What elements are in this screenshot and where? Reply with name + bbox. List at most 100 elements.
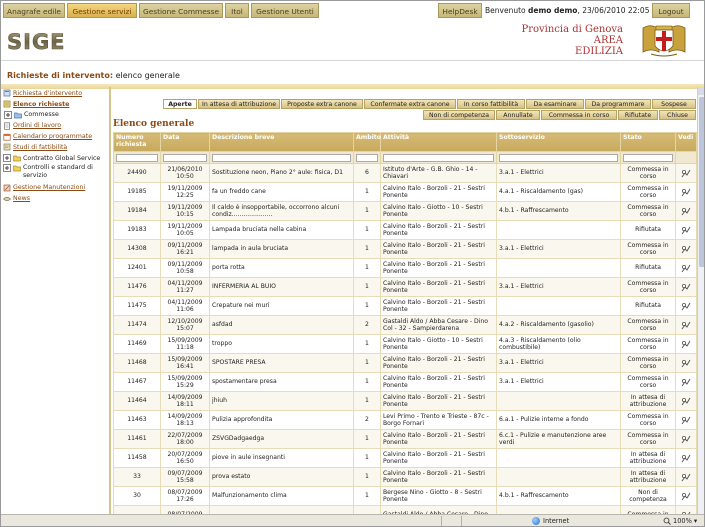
- view-details-icon[interactable]: [681, 207, 691, 216]
- sidebar-item-contratto[interactable]: Contratto Global Service: [1, 153, 109, 164]
- filter-proposte-extra-canone[interactable]: Proposte extra canone: [281, 99, 363, 109]
- view-details-icon[interactable]: [681, 302, 691, 311]
- globe-icon: [532, 517, 540, 525]
- table-row[interactable]: 14308 09/11/2009 16:21 lampada in aula bru…: [113, 239, 697, 259]
- table-row[interactable]: 30 08/07/2009 17:26 Malfunzionamento clima…: [113, 486, 697, 506]
- zoom-control[interactable]: 100% ▾: [663, 517, 697, 525]
- filter-da-esaminare[interactable]: Da esaminare: [526, 99, 584, 109]
- tab-gestione-servizi[interactable]: Gestione servizi: [67, 3, 137, 18]
- view-details-icon[interactable]: [681, 416, 691, 425]
- header-data[interactable]: Data: [160, 132, 210, 152]
- header-descrizione[interactable]: Descrizione breve: [209, 132, 354, 152]
- sidebar-item-commesse[interactable]: Commesse: [1, 110, 109, 121]
- filter-da-programmare[interactable]: Da programmare: [585, 99, 651, 109]
- table-row[interactable]: 11476 04/11/2009 11:27 INFERMERIA AL BUIO 1…: [113, 277, 697, 297]
- filter-sospese[interactable]: Sospese: [652, 99, 696, 109]
- table-row[interactable]: 11474 12/10/2009 15:07 asfdad 2 Gastaldi Ald…: [113, 315, 697, 335]
- view-details-icon[interactable]: [681, 397, 691, 406]
- filter-data-input[interactable]: [163, 153, 207, 162]
- scroll-thumb[interactable]: [699, 97, 704, 267]
- view-details-icon[interactable]: [681, 264, 691, 273]
- filter-descrizione-input[interactable]: [212, 153, 351, 162]
- status-divider: [461, 516, 462, 526]
- table-row[interactable]: 11469 15/09/2009 11:18 troppo 1 Calvino Ital…: [113, 334, 697, 354]
- filter-sottoservizio-input[interactable]: [499, 153, 618, 162]
- helpdesk-button[interactable]: HelpDesk: [438, 3, 482, 18]
- header-attivita[interactable]: Attività: [380, 132, 497, 152]
- view-details-icon[interactable]: [681, 226, 691, 235]
- filter-in-attesa-attribuzione[interactable]: In attesa di attribuzione: [198, 99, 280, 109]
- filter-in-corso-fattibilita[interactable]: In corso fattibilità: [457, 99, 525, 109]
- sidebar-item-news[interactable]: News: [1, 193, 109, 204]
- browser-page: Anagrafe edile Gestione servizi Gestione…: [0, 0, 705, 527]
- filter-stato-input[interactable]: [623, 153, 673, 162]
- header-sottoservizio[interactable]: Sottoservizio: [496, 132, 621, 152]
- view-details-icon[interactable]: [681, 321, 691, 330]
- cell-data: 09/07/2009 15:58: [160, 467, 210, 487]
- vertical-scrollbar[interactable]: [697, 87, 704, 514]
- cell-ambito: 1: [353, 296, 381, 316]
- scroll-up-icon[interactable]: [698, 87, 704, 95]
- tab-itol[interactable]: Itol: [225, 3, 249, 18]
- view-details-icon[interactable]: [681, 435, 691, 444]
- view-details-icon[interactable]: [681, 169, 691, 178]
- view-details-icon[interactable]: [681, 454, 691, 463]
- table-row[interactable]: 19183 19/11/2009 10:05 Lampada bruciata ne…: [113, 220, 697, 240]
- table-row[interactable]: 19184 19/11/2009 10:15 Il caldo è insoppor…: [113, 201, 697, 221]
- tab-gestione-commesse[interactable]: Gestione Commesse: [139, 3, 223, 18]
- filter-confermate-extra-canone[interactable]: Confermate extra canone: [364, 99, 456, 109]
- table-row[interactable]: 33 09/07/2009 15:58 prova estato 1 Calvino I…: [113, 467, 697, 487]
- table-row[interactable]: 11463 14/09/2009 18:13 Pulizia approfondit…: [113, 410, 697, 430]
- view-details-icon[interactable]: [681, 359, 691, 368]
- filter-ambito-input[interactable]: [356, 153, 378, 162]
- header-ambito[interactable]: Ambito: [353, 132, 381, 152]
- cell-numero: 33: [113, 467, 161, 487]
- cell-descrizione: Lampada bruciata nella cabina: [209, 220, 354, 240]
- view-details-icon[interactable]: [681, 283, 691, 292]
- cell-data: 14/09/2009 18:13: [160, 410, 210, 430]
- table-row[interactable]: 11461 22/07/2009 18:00 ZSVGDadgaedga 1 Calvi…: [113, 429, 697, 449]
- sidebar-item-calendario[interactable]: Calendario programmate: [1, 131, 109, 142]
- sidebar-item-studi[interactable]: Studi di fattibilità: [1, 142, 109, 153]
- cell-ambito: 1: [353, 448, 381, 468]
- table-row[interactable]: 11467 15/09/2009 15:29 spostamentare presa…: [113, 372, 697, 392]
- tab-anagrafe-edile[interactable]: Anagrafe edile: [3, 3, 65, 18]
- header-numero-richiesta[interactable]: Numero richiesta: [113, 132, 161, 152]
- table-row[interactable]: 24490 21/06/2010 10:50 Sostituzione neon, …: [113, 163, 697, 183]
- sidebar-item-label: Gestione Manutenzioni: [13, 184, 86, 192]
- filter-annullate[interactable]: Annullate: [496, 110, 540, 120]
- cell-vedi: [675, 163, 697, 183]
- cell-sottoservizio: 4.b.1 - Raffrescamento: [496, 201, 621, 221]
- table-row[interactable]: 11464 14/09/2009 18:11 jhiuh 1 Calvino Italo…: [113, 391, 697, 411]
- view-details-icon[interactable]: [681, 188, 691, 197]
- filter-attivita-input[interactable]: [383, 153, 494, 162]
- logout-button[interactable]: Logout: [652, 3, 690, 18]
- tab-gestione-utenti[interactable]: Gestione Utenti: [251, 3, 319, 18]
- view-details-icon[interactable]: [681, 378, 691, 387]
- sidebar-item-controlli[interactable]: Controlli e standard di servizio: [1, 163, 109, 183]
- filter-numero-input[interactable]: [116, 153, 158, 162]
- cell-vedi: [675, 201, 697, 221]
- table-row[interactable]: 11475 04/11/2009 11:06 Crepature nei muri 1…: [113, 296, 697, 316]
- table-row[interactable]: 11458 20/07/2009 16:50 piove in aule inseg…: [113, 448, 697, 468]
- sidebar-item-elenco-richieste[interactable]: Elenco richieste: [1, 99, 109, 110]
- sidebar-item-richiesta[interactable]: Richiesta d'intervento: [1, 88, 109, 99]
- sidebar-item-manutenzioni[interactable]: Gestione Manutenzioni: [1, 183, 109, 194]
- filter-non-di-competenza[interactable]: Non di competenza: [423, 110, 495, 120]
- sidebar-item-ordini[interactable]: Ordini di lavoro: [1, 120, 109, 131]
- header-stato[interactable]: Stato: [620, 132, 676, 152]
- filter-rifiutate[interactable]: Rifiutate: [618, 110, 658, 120]
- view-details-icon[interactable]: [681, 340, 691, 349]
- cell-sottoservizio: [496, 296, 621, 316]
- filter-commessa-in-corso[interactable]: Commessa in corso: [541, 110, 617, 120]
- view-details-icon[interactable]: [681, 473, 691, 482]
- cell-attivita: Calvino Italo - Giotto - 10 - Sestri Pon…: [380, 334, 497, 354]
- filter-chiuse[interactable]: Chiuse: [659, 110, 696, 120]
- cell-vedi: [675, 220, 697, 240]
- table-row[interactable]: 12401 09/11/2009 10:58 porta rotta 1 Calvino…: [113, 258, 697, 278]
- filter-aperte[interactable]: Aperte: [163, 99, 197, 109]
- view-details-icon[interactable]: [681, 245, 691, 254]
- table-row[interactable]: 19185 19/11/2009 12:25 fa un freddo cane 1 C…: [113, 182, 697, 202]
- view-details-icon[interactable]: [681, 492, 691, 501]
- table-row[interactable]: 11468 15/09/2009 16:41 SPOSTARE PRESA 1 Calv…: [113, 353, 697, 373]
